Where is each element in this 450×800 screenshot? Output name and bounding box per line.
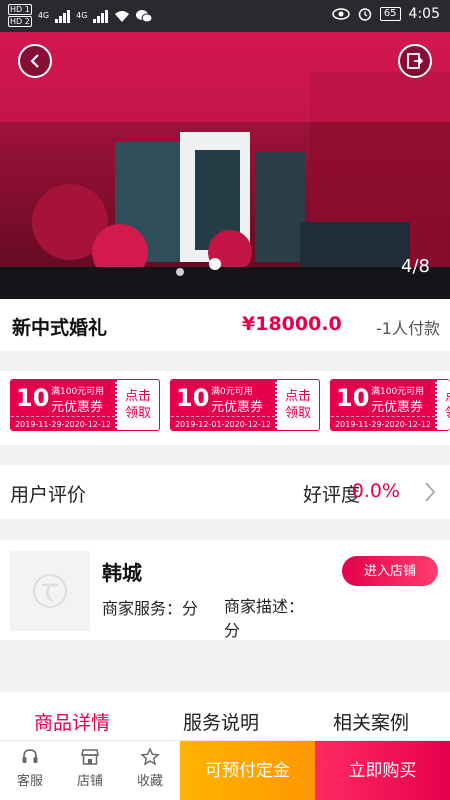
shop-label: 店铺	[76, 774, 103, 789]
shop-card: 韩城 商家服务：分 商家描述：分 进入店铺	[0, 540, 450, 640]
product-info: 新中式婚礼 ¥18000.0 -1人付款	[0, 299, 450, 351]
image-counter: 4/8	[401, 256, 430, 277]
signal2-icon	[93, 9, 109, 23]
coupon-body: 10 满100元可用 元优惠券	[331, 380, 435, 416]
star-icon	[140, 747, 160, 766]
coupon-claim-line2: 领取	[437, 405, 450, 422]
signal1-icon	[55, 9, 71, 23]
sim1-badge: HD 1	[8, 4, 32, 15]
product-title: 新中式婚礼	[12, 317, 108, 339]
rating-value: 0.0%	[351, 480, 400, 502]
buy-now-button[interactable]: 立即购买	[315, 741, 450, 800]
user-reviews-row[interactable]: 用户评价 好评度 0.0%	[0, 465, 450, 519]
coupon-name: 元优惠券	[51, 400, 104, 415]
coupon-body: 10 满0元可用 元优惠券	[171, 380, 275, 416]
status-time: 4:05	[408, 6, 440, 22]
shop-button[interactable]: 店铺	[68, 747, 112, 789]
coupon-date: 2019-12-01-2020-12-12	[171, 416, 275, 430]
coupon-card[interactable]: 10 满100元可用 元优惠券 2019-11-29-2020-12-12 点击…	[10, 379, 160, 431]
favorite-button[interactable]: 收藏	[128, 747, 172, 789]
battery-indicator: 65	[379, 7, 401, 21]
shop-logo-icon	[33, 574, 67, 608]
coupon-date: 2019-11-29-2020-12-12	[331, 416, 435, 430]
coupon-body: 10 满100元可用 元优惠券	[11, 380, 115, 416]
chevron-right-icon	[425, 482, 436, 502]
coupon-card[interactable]: 10 满100元可用 元优惠券 2019-11-29-2020-12-12 点击…	[330, 379, 450, 431]
prepay-deposit-button[interactable]: 可预付定金	[180, 741, 315, 800]
tab-service-info[interactable]: 服务说明	[183, 708, 259, 735]
coupon-name: 元优惠券	[371, 400, 424, 415]
network-type: 4G	[37, 11, 50, 20]
customer-service-label: 客服	[16, 774, 43, 789]
reviews-label: 用户评价	[10, 484, 87, 506]
coupon-claim-button[interactable]: 点击 领取	[275, 380, 319, 430]
network-type-2: 4G	[76, 11, 88, 20]
product-price: ¥18000.0	[242, 313, 342, 335]
shop-logo	[10, 551, 90, 631]
wifi-icon	[115, 10, 130, 22]
product-image-carousel[interactable]: 4/8	[0, 32, 450, 299]
headset-icon	[22, 749, 38, 763]
coupon-claim-line2: 领取	[124, 406, 151, 421]
alarm-icon	[358, 8, 372, 21]
coupon-claim-button[interactable]: 点击 领取	[435, 380, 450, 430]
sim2-badge: HD 2	[8, 16, 32, 27]
shop-description-rating: 商家描述：分	[224, 597, 305, 640]
status-bar: HD 1 HD 2 4G 4G 65 4:05	[0, 0, 450, 32]
coupon-claim-button[interactable]: 点击 领取	[115, 380, 159, 430]
coupon-claim-line1: 点击	[437, 388, 450, 405]
store-icon	[81, 749, 99, 765]
share-icon	[407, 53, 424, 69]
coupon-claim-line1: 点击	[124, 389, 151, 404]
coupon-amount: 10	[336, 384, 370, 412]
coupon-amount: 10	[176, 384, 210, 412]
coupon-list: 10 满100元可用 元优惠券 2019-11-29-2020-12-12 点击…	[0, 371, 450, 445]
tab-related-cases[interactable]: 相关案例	[333, 708, 409, 735]
shop-name: 韩城	[102, 561, 142, 585]
detail-tabs: 商品详情 服务说明 相关案例	[0, 692, 450, 740]
coupon-name: 元优惠券	[211, 400, 264, 415]
eye-icon	[332, 8, 350, 20]
people-paid: -1人付款	[376, 319, 440, 338]
coupon-card[interactable]: 10 满0元可用 元优惠券 2019-12-01-2020-12-12 点击 领…	[170, 379, 320, 431]
coupon-date: 2019-11-29-2020-12-12	[11, 416, 115, 430]
wechat-icon	[136, 9, 153, 22]
share-button[interactable]	[398, 44, 432, 78]
back-button[interactable]	[18, 44, 52, 78]
coupon-amount: 10	[16, 384, 50, 412]
coupon-claim-line2: 领取	[284, 406, 311, 421]
favorite-label: 收藏	[136, 774, 163, 789]
chevron-left-icon	[30, 54, 39, 68]
enter-shop-button[interactable]: 进入店铺	[342, 556, 438, 586]
customer-service-button[interactable]: 客服	[8, 747, 52, 789]
tab-product-details[interactable]: 商品详情	[34, 708, 110, 735]
coupon-claim-line1: 点击	[284, 389, 311, 404]
wedding-stage-image	[0, 32, 450, 299]
shop-service-rating: 商家服务：分	[102, 599, 199, 618]
bottom-action-bar: 客服 店铺 收藏 可预付定金 立即购买	[0, 740, 450, 800]
